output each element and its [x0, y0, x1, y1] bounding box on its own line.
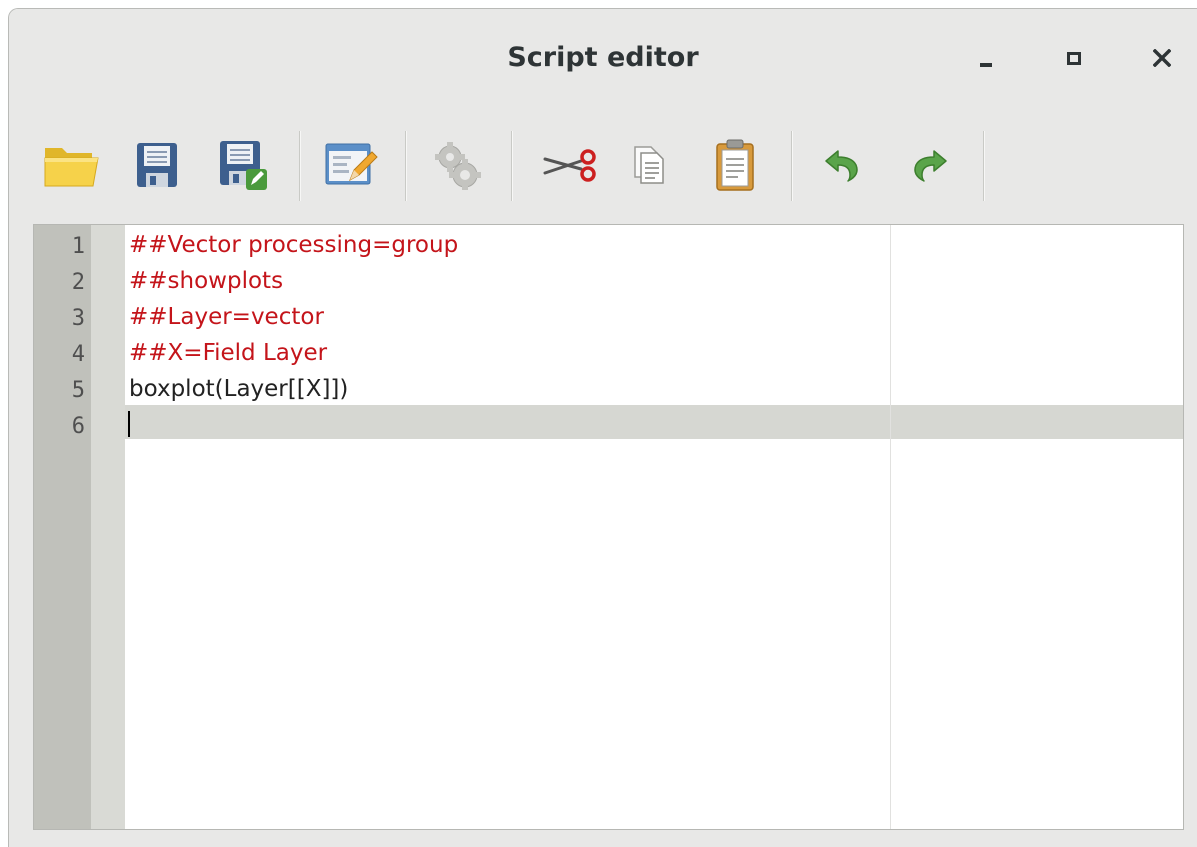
toolbar-separator — [405, 131, 406, 201]
code-editor[interactable]: 1 ##Vector processing=group 2 ##showplot… — [33, 224, 1184, 830]
line-number: 5 — [71, 378, 85, 403]
line-number: 3 — [71, 306, 85, 331]
redo-button[interactable] — [897, 133, 961, 197]
undo-arrow-icon — [825, 150, 858, 182]
code-line[interactable]: 3 ##Layer=vector — [34, 303, 1183, 339]
open-script-button[interactable] — [39, 133, 103, 197]
paste-button[interactable] — [703, 133, 767, 197]
scissors-icon — [543, 149, 596, 182]
line-text: boxplot(Layer[[X]]) — [129, 376, 349, 402]
title-bar[interactable]: Script editor — [9, 9, 1197, 109]
toolbar-separator — [299, 131, 300, 201]
redo-arrow-icon — [914, 150, 947, 182]
save-script-button[interactable] — [125, 133, 189, 197]
maximize-button[interactable] — [1057, 41, 1091, 75]
line-number: 2 — [71, 270, 85, 295]
line-number: 6 — [71, 414, 85, 439]
edit-help-button[interactable] — [319, 133, 383, 197]
folder-open-icon — [44, 148, 99, 187]
save-as-button[interactable] — [211, 133, 275, 197]
line-text: ##X=Field Layer — [129, 340, 328, 366]
code-line[interactable]: 4 ##X=Field Layer — [34, 339, 1183, 375]
maximize-icon — [1067, 51, 1081, 65]
code-lines: 1 ##Vector processing=group 2 ##showplot… — [34, 231, 1183, 447]
floppy-disk-icon — [137, 143, 177, 187]
text-cursor — [128, 411, 130, 437]
window-bottom-edge — [9, 830, 1197, 847]
line-text: ##showplots — [129, 268, 284, 294]
minimize-button[interactable] — [969, 41, 1003, 75]
toolbar — [9, 113, 1197, 225]
undo-button[interactable] — [811, 133, 875, 197]
code-line[interactable]: 2 ##showplots — [34, 267, 1183, 303]
line-number: 1 — [71, 234, 85, 259]
copy-icon — [634, 146, 664, 184]
cut-button[interactable] — [539, 133, 603, 197]
gears-icon — [435, 142, 481, 190]
copy-button[interactable] — [615, 133, 679, 197]
line-text: ##Layer=vector — [129, 304, 324, 330]
run-algorithm-button[interactable] — [425, 133, 489, 197]
script-editor-window: Script editor 1 ##Vector processing=grou… — [8, 8, 1197, 847]
toolbar-separator — [511, 131, 512, 201]
form-edit-icon — [325, 143, 378, 185]
floppy-disk-edit-icon — [220, 141, 267, 190]
code-line[interactable]: 1 ##Vector processing=group — [34, 231, 1183, 267]
close-icon — [1153, 49, 1171, 67]
toolbar-separator — [791, 131, 792, 201]
clipboard-icon — [716, 139, 754, 191]
window-title: Script editor — [507, 42, 699, 73]
code-line[interactable]: 6 — [34, 411, 1183, 447]
line-text: ##Vector processing=group — [129, 232, 459, 258]
code-line[interactable]: 5 boxplot(Layer[[X]]) — [34, 375, 1183, 411]
close-button[interactable] — [1145, 41, 1179, 75]
line-number: 4 — [71, 342, 85, 367]
minimize-icon — [980, 63, 992, 67]
toolbar-separator — [983, 131, 984, 201]
